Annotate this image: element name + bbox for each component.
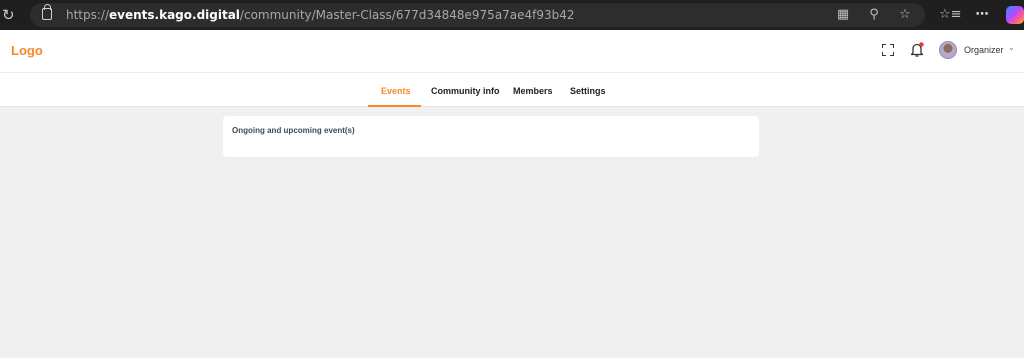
tab-community-info[interactable]: Community info — [431, 86, 500, 96]
chevron-down-icon[interactable]: ⌄ — [1008, 43, 1015, 52]
browser-toolbar: ↻ https://events.kago.digital/community/… — [0, 0, 1024, 30]
active-tab-indicator — [368, 105, 421, 107]
tab-settings[interactable]: Settings — [570, 86, 606, 96]
zoom-icon[interactable]: ⚲ — [865, 6, 883, 24]
avatar[interactable] — [939, 41, 957, 59]
url-scheme: https:// — [66, 8, 110, 22]
notification-dot — [919, 42, 924, 47]
url-path: /community/Master-Class/677d34848e975a7a… — [239, 8, 575, 22]
tab-events[interactable]: Events — [381, 86, 411, 96]
user-role[interactable]: Organizer — [964, 45, 1004, 55]
favorite-star-icon[interactable]: ☆ — [896, 6, 914, 24]
url-host: events.kago.digital — [109, 8, 240, 22]
copilot-icon[interactable] — [1006, 6, 1024, 24]
logo[interactable]: Logo — [11, 43, 43, 58]
events-card: Ongoing and upcoming event(s) — [223, 116, 759, 157]
url-text[interactable]: https://events.kago.digital/community/Ma… — [66, 8, 575, 22]
split-screen-icon[interactable]: ▦ — [834, 6, 852, 24]
section-title: Ongoing and upcoming event(s) — [232, 126, 355, 135]
app-header: Logo Organizer ⌄ — [0, 30, 1024, 73]
lock-icon[interactable] — [42, 4, 52, 20]
community-tabs: Events Community info Members Settings — [0, 73, 1024, 107]
fullscreen-icon[interactable] — [882, 44, 894, 56]
reload-icon[interactable]: ↻ — [2, 6, 20, 24]
bell-icon[interactable] — [910, 42, 924, 58]
more-icon[interactable]: ⋯ — [973, 6, 991, 24]
tab-members[interactable]: Members — [513, 86, 553, 96]
favorites-list-icon[interactable]: ☆≡ — [939, 6, 962, 24]
